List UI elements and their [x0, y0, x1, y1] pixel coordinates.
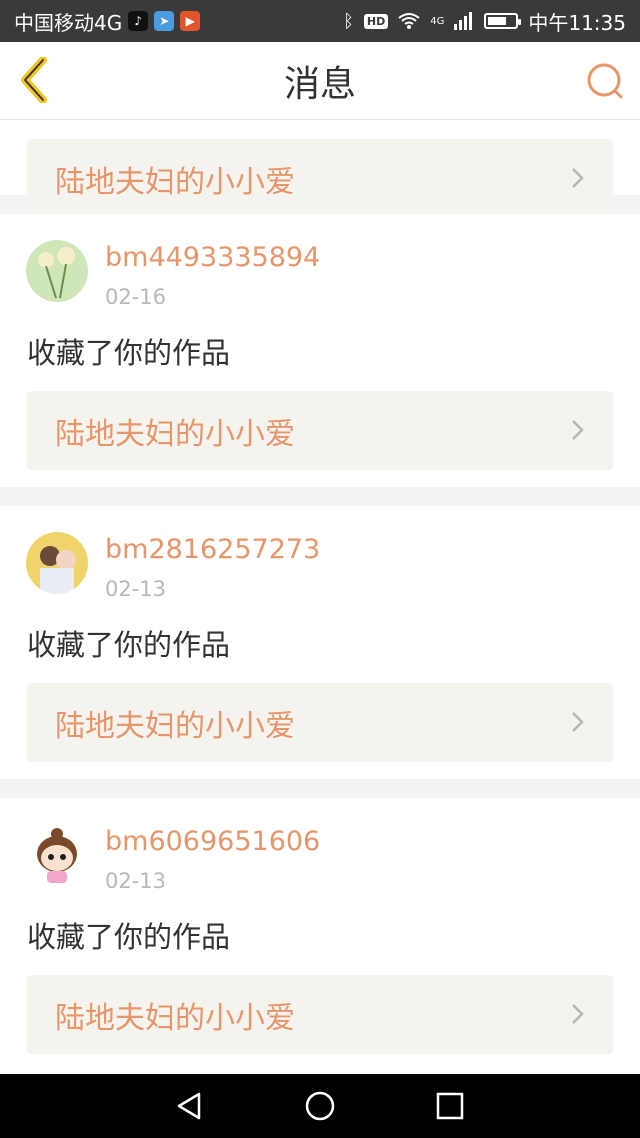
- chevron-right-icon: [572, 168, 584, 188]
- signal-icon: [454, 12, 473, 30]
- message-card: bm2816257273 02-13 收藏了你的作品 陆地夫妇的小小爱: [0, 506, 640, 779]
- message-date: 02-13: [105, 869, 167, 893]
- status-bar: 中国移动4G ♪ ➤ ▶ ᛒ HD 4G 中午11:35: [0, 0, 640, 42]
- search-button[interactable]: [584, 60, 626, 102]
- nav-recents-button[interactable]: [420, 1076, 480, 1136]
- nav-home-button[interactable]: [290, 1076, 350, 1136]
- user-row[interactable]: bm6069651606 02-13: [26, 824, 320, 896]
- bluetooth-icon: ᛒ: [343, 10, 354, 32]
- avatar[interactable]: [26, 532, 88, 594]
- message-list[interactable]: 陆地夫妇的小小爱 bm4493335894 02-16 收藏了你的作品 陆地夫妇…: [0, 120, 640, 1074]
- battery-icon: [484, 13, 522, 29]
- chevron-left-icon: [21, 57, 47, 103]
- work-title: 陆地夫妇的小小爱: [55, 708, 295, 744]
- chevron-right-icon: [572, 1004, 584, 1024]
- telegram-icon: ➤: [154, 11, 175, 31]
- message-card: bm6069651606 02-13 收藏了你的作品 陆地夫妇的小小爱: [0, 798, 640, 1074]
- clock: 中午11:35: [528, 10, 626, 35]
- username[interactable]: bm4493335894: [105, 240, 320, 276]
- avatar[interactable]: [26, 824, 88, 886]
- message-date: 02-13: [105, 577, 167, 601]
- tiktok-icon: ♪: [128, 11, 149, 31]
- message-card: 陆地夫妇的小小爱: [0, 120, 640, 218]
- back-button[interactable]: [14, 56, 54, 104]
- work-link[interactable]: 陆地夫妇的小小爱: [27, 975, 613, 1054]
- work-title: 陆地夫妇的小小爱: [55, 1000, 295, 1036]
- message-date: 02-16: [105, 285, 167, 309]
- message-card: bm4493335894 02-16 收藏了你的作品 陆地夫妇的小小爱: [0, 214, 640, 487]
- chevron-right-icon: [572, 420, 584, 440]
- hd-badge: HD: [363, 13, 389, 29]
- video-app-icon: ▶: [180, 11, 201, 31]
- work-title: 陆地夫妇的小小爱: [55, 164, 295, 200]
- square-recents-icon: [436, 1092, 464, 1120]
- wifi-icon: [398, 13, 420, 29]
- work-link[interactable]: 陆地夫妇的小小爱: [27, 683, 613, 762]
- user-row[interactable]: bm4493335894 02-16: [26, 240, 320, 312]
- avatar[interactable]: [26, 240, 88, 302]
- page-title: 消息: [283, 63, 356, 105]
- work-link[interactable]: 陆地夫妇的小小爱: [27, 391, 613, 470]
- username[interactable]: bm2816257273: [105, 532, 320, 568]
- action-text: 收藏了你的作品: [27, 336, 231, 370]
- search-icon: [587, 63, 623, 99]
- nav-back-button[interactable]: [160, 1076, 220, 1136]
- user-row[interactable]: bm2816257273 02-13: [26, 532, 320, 604]
- network-type: 4G: [430, 15, 445, 27]
- username[interactable]: bm6069651606: [105, 824, 320, 860]
- action-text: 收藏了你的作品: [27, 920, 231, 954]
- chevron-right-icon: [572, 712, 584, 732]
- system-nav-bar: [0, 1074, 640, 1138]
- triangle-back-icon: [177, 1092, 201, 1120]
- circle-home-icon: [305, 1091, 335, 1121]
- work-link[interactable]: 陆地夫妇的小小爱: [27, 139, 613, 218]
- work-title: 陆地夫妇的小小爱: [55, 416, 295, 452]
- action-text: 收藏了你的作品: [27, 628, 231, 662]
- app-header: 消息: [0, 42, 640, 120]
- carrier-label: 中国移动4G: [14, 10, 123, 35]
